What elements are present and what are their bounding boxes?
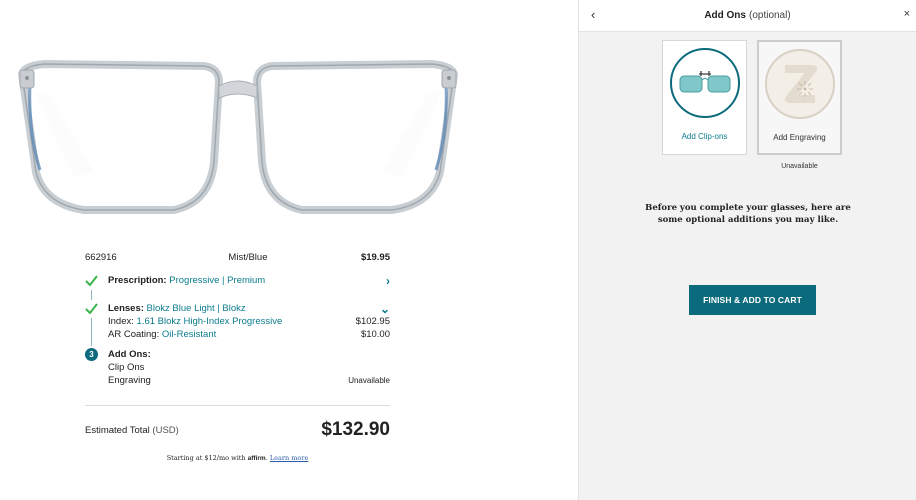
finish-add-to-cart-button[interactable]: FINISH & ADD TO CART [689, 285, 816, 315]
divider [85, 405, 390, 406]
description-line: Before you complete your glasses, here a… [645, 203, 851, 213]
modal-header: ‹ Add Ons (optional) × [579, 0, 916, 32]
glasses-product-image [17, 59, 459, 214]
ar-coating-value: Oil-Resistant [161, 329, 217, 340]
total-currency: (USD) [152, 424, 179, 436]
addon-item: Clip Ons [108, 361, 390, 374]
order-summary-panel: 662916 Mist/Blue $19.95 Prescription: Pr… [0, 0, 578, 500]
frame-color: Mist/Blue [228, 251, 268, 263]
add-engraving-card: Add Engraving [757, 40, 842, 155]
total-label: Estimated Total [85, 424, 150, 436]
add-ons-modal: ‹ Add Ons (optional) × Add Clip-ons Add … [578, 0, 916, 500]
step-lenses[interactable]: Lenses: Blokz Blue Light | Blokz ⌄ Index… [85, 302, 390, 346]
affirm-logo: affirm [247, 455, 266, 462]
steps-list: Prescription: Progressive | Premium › Le… [85, 274, 390, 392]
frame-row: 662916 Mist/Blue $19.95 [85, 250, 390, 264]
add-clip-ons-card[interactable]: Add Clip-ons [662, 40, 747, 155]
addon-item-label: Clip Ons [108, 362, 145, 373]
frame-id: 662916 [85, 251, 117, 263]
prescription-value: Progressive | Premium [169, 275, 266, 286]
add-clip-ons-label: Add Clip-ons [681, 132, 728, 141]
ar-coating-label: AR Coating: [108, 329, 160, 340]
chevron-down-icon[interactable]: ⌄ [380, 302, 390, 316]
affirm-learn-more-link[interactable]: Learn more [270, 454, 308, 462]
clip-on-sunglasses-icon [669, 48, 740, 118]
index-price: $102.95 [355, 316, 390, 327]
frame-price: $19.95 [360, 251, 390, 263]
engraving-z-icon [764, 49, 835, 119]
step-connector [91, 318, 92, 346]
ar-coating-price: $10.00 [360, 329, 390, 340]
modal-title-suffix: (optional) [748, 10, 791, 21]
chevron-right-icon[interactable]: › [386, 274, 390, 288]
step-number-badge: 3 [85, 348, 98, 361]
addons-title: Add Ons: [108, 349, 151, 360]
affirm-text: Starting at $12/mo with [166, 454, 246, 462]
add-engraving-label: Add Engraving [773, 133, 826, 142]
back-arrow-icon[interactable]: ‹ [591, 7, 595, 22]
close-icon[interactable]: × [904, 8, 910, 20]
lenses-value: Blokz Blue Light | Blokz [146, 303, 246, 314]
step-connector [91, 290, 92, 300]
addons-description: Before you complete your glasses, here a… [579, 202, 916, 226]
step-addons: 3 Add Ons: Clip Ons Engraving Unavailabl… [85, 348, 390, 392]
addon-item-label: Engraving [108, 375, 151, 386]
index-value: 1.61 Blokz High-Index Progressive [136, 316, 283, 327]
addon-item-status: Unavailable [348, 376, 390, 385]
check-icon [85, 303, 98, 314]
order-summary: 662916 Mist/Blue $19.95 Prescription: Pr… [85, 250, 390, 462]
addon-item: Engraving Unavailable [108, 374, 390, 387]
step-prescription[interactable]: Prescription: Progressive | Premium › [85, 274, 390, 302]
addon-cards: Add Clip-ons Add Engraving [662, 40, 842, 155]
index-label: Index: [108, 316, 134, 327]
prescription-title: Prescription: [108, 275, 167, 286]
lenses-title: Lenses: [108, 303, 144, 314]
description-line: some optional additions you may like. [657, 215, 839, 225]
total-amount: $132.90 [321, 419, 390, 440]
estimated-total: Estimated Total (USD) $132.90 [85, 416, 390, 444]
engraving-unavailable-text: Unavailable [781, 163, 818, 170]
affirm-financing: Starting at $12/mo with affirm. Learn mo… [166, 454, 309, 462]
modal-title: Add Ons [704, 10, 746, 21]
check-icon [85, 275, 98, 286]
